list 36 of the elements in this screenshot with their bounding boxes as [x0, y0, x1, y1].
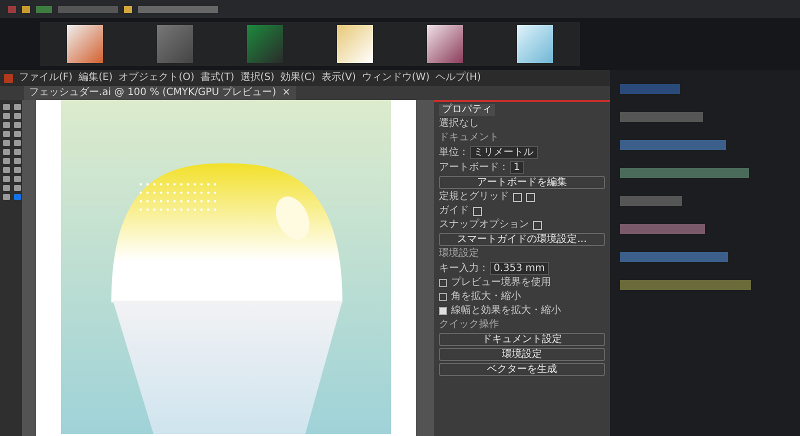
guides-label: ガイド [439, 205, 469, 217]
menu-item[interactable]: オブジェクト(O) [118, 72, 194, 84]
checkbox[interactable] [439, 293, 447, 301]
unit-dropdown[interactable]: ミリメートル [470, 146, 538, 159]
artboard-dropdown[interactable]: 1 [510, 161, 524, 174]
menu-item[interactable]: 効果(C) [280, 72, 316, 84]
checkbox-label: 線幅と効果を拡大・縮小 [451, 305, 561, 317]
menu-item[interactable]: 表示(V) [321, 72, 356, 84]
app-logo-icon[interactable] [4, 74, 13, 82]
menu-item[interactable]: ファイル(F) [19, 72, 73, 84]
properties-tab[interactable]: プロパティ [439, 104, 495, 116]
quick-action-button[interactable]: 環境設定 [439, 348, 605, 361]
checkbox[interactable] [439, 279, 447, 287]
key-increment-field[interactable]: 0.353 mm [490, 262, 549, 275]
menu-item[interactable]: 編集(E) [78, 72, 113, 84]
checkbox-label: 角を拡大・縮小 [451, 291, 521, 303]
artboard-label: アートボード : [439, 162, 506, 174]
menu-item[interactable]: ヘルプ(H) [436, 72, 481, 84]
section-heading: ドキュメント [439, 132, 500, 144]
menu-item[interactable]: 書式(T) [200, 72, 234, 84]
section-heading: クイック操作 [439, 319, 500, 331]
smart-guides-button[interactable]: スマートガイドの環境設定... [439, 233, 605, 246]
quick-action-button[interactable]: ベクターを生成 [439, 363, 605, 376]
menu-item[interactable]: ウィンドウ(W) [362, 72, 430, 84]
quick-action-button[interactable]: ドキュメント設定 [439, 333, 605, 346]
selection-status: 選択なし [439, 118, 480, 130]
edit-artboard-button[interactable]: アートボードを編集 [439, 176, 605, 189]
checkbox-label: プレビュー境界を使用 [451, 277, 551, 289]
section-heading: 環境設定 [439, 248, 480, 260]
rulers-grid-label: 定規とグリッド [439, 191, 509, 203]
document-tab[interactable]: フェッシュダー.ai @ 100 % (CMYK/GPU プレビュー) × [24, 86, 296, 100]
snap-options-label: スナップオプション [439, 219, 529, 231]
menu-item[interactable]: 選択(S) [240, 72, 274, 84]
key-increment-label: キー入力 : [439, 262, 486, 274]
unit-label: 単位 : [439, 146, 466, 158]
checkbox[interactable] [439, 307, 447, 315]
